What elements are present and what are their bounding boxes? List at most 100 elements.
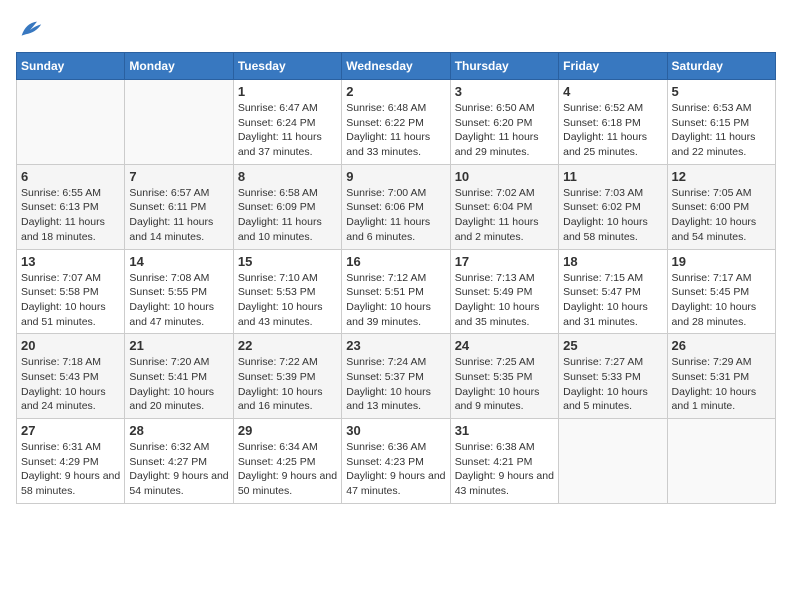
day-detail: Sunrise: 7:20 AMSunset: 5:41 PMDaylight:… <box>129 355 228 414</box>
day-number: 9 <box>346 169 445 184</box>
calendar-cell: 4 Sunrise: 6:52 AMSunset: 6:18 PMDayligh… <box>559 80 667 165</box>
calendar-cell: 25 Sunrise: 7:27 AMSunset: 5:33 PMDaylig… <box>559 334 667 419</box>
calendar-cell: 26 Sunrise: 7:29 AMSunset: 5:31 PMDaylig… <box>667 334 775 419</box>
calendar-week-row: 6 Sunrise: 6:55 AMSunset: 6:13 PMDayligh… <box>17 164 776 249</box>
day-number: 26 <box>672 338 771 353</box>
page-header <box>16 16 776 44</box>
day-number: 3 <box>455 84 554 99</box>
calendar-cell: 24 Sunrise: 7:25 AMSunset: 5:35 PMDaylig… <box>450 334 558 419</box>
calendar-cell: 27 Sunrise: 6:31 AMSunset: 4:29 PMDaylig… <box>17 419 125 504</box>
calendar-cell: 22 Sunrise: 7:22 AMSunset: 5:39 PMDaylig… <box>233 334 341 419</box>
calendar-cell: 12 Sunrise: 7:05 AMSunset: 6:00 PMDaylig… <box>667 164 775 249</box>
calendar-cell: 10 Sunrise: 7:02 AMSunset: 6:04 PMDaylig… <box>450 164 558 249</box>
logo-bird-icon <box>16 16 44 44</box>
calendar-cell: 20 Sunrise: 7:18 AMSunset: 5:43 PMDaylig… <box>17 334 125 419</box>
calendar-cell: 9 Sunrise: 7:00 AMSunset: 6:06 PMDayligh… <box>342 164 450 249</box>
day-number: 4 <box>563 84 662 99</box>
day-detail: Sunrise: 7:10 AMSunset: 5:53 PMDaylight:… <box>238 271 337 330</box>
day-number: 29 <box>238 423 337 438</box>
calendar-cell: 13 Sunrise: 7:07 AMSunset: 5:58 PMDaylig… <box>17 249 125 334</box>
day-number: 23 <box>346 338 445 353</box>
calendar-cell: 2 Sunrise: 6:48 AMSunset: 6:22 PMDayligh… <box>342 80 450 165</box>
day-number: 13 <box>21 254 120 269</box>
day-number: 28 <box>129 423 228 438</box>
calendar-week-row: 1 Sunrise: 6:47 AMSunset: 6:24 PMDayligh… <box>17 80 776 165</box>
calendar-cell: 23 Sunrise: 7:24 AMSunset: 5:37 PMDaylig… <box>342 334 450 419</box>
day-detail: Sunrise: 7:24 AMSunset: 5:37 PMDaylight:… <box>346 355 445 414</box>
day-number: 7 <box>129 169 228 184</box>
calendar-cell: 31 Sunrise: 6:38 AMSunset: 4:21 PMDaylig… <box>450 419 558 504</box>
calendar-cell: 5 Sunrise: 6:53 AMSunset: 6:15 PMDayligh… <box>667 80 775 165</box>
calendar-cell: 19 Sunrise: 7:17 AMSunset: 5:45 PMDaylig… <box>667 249 775 334</box>
day-detail: Sunrise: 6:52 AMSunset: 6:18 PMDaylight:… <box>563 101 662 160</box>
day-detail: Sunrise: 6:47 AMSunset: 6:24 PMDaylight:… <box>238 101 337 160</box>
day-number: 5 <box>672 84 771 99</box>
day-detail: Sunrise: 6:48 AMSunset: 6:22 PMDaylight:… <box>346 101 445 160</box>
day-number: 10 <box>455 169 554 184</box>
weekday-header-saturday: Saturday <box>667 53 775 80</box>
day-number: 21 <box>129 338 228 353</box>
calendar-cell <box>667 419 775 504</box>
day-number: 6 <box>21 169 120 184</box>
weekday-header-row: SundayMondayTuesdayWednesdayThursdayFrid… <box>17 53 776 80</box>
day-detail: Sunrise: 7:18 AMSunset: 5:43 PMDaylight:… <box>21 355 120 414</box>
calendar-cell: 6 Sunrise: 6:55 AMSunset: 6:13 PMDayligh… <box>17 164 125 249</box>
day-detail: Sunrise: 7:12 AMSunset: 5:51 PMDaylight:… <box>346 271 445 330</box>
day-number: 27 <box>21 423 120 438</box>
day-detail: Sunrise: 7:02 AMSunset: 6:04 PMDaylight:… <box>455 186 554 245</box>
day-detail: Sunrise: 6:57 AMSunset: 6:11 PMDaylight:… <box>129 186 228 245</box>
day-number: 12 <box>672 169 771 184</box>
calendar-week-row: 20 Sunrise: 7:18 AMSunset: 5:43 PMDaylig… <box>17 334 776 419</box>
weekday-header-tuesday: Tuesday <box>233 53 341 80</box>
day-detail: Sunrise: 7:03 AMSunset: 6:02 PMDaylight:… <box>563 186 662 245</box>
calendar-cell: 18 Sunrise: 7:15 AMSunset: 5:47 PMDaylig… <box>559 249 667 334</box>
calendar-cell: 30 Sunrise: 6:36 AMSunset: 4:23 PMDaylig… <box>342 419 450 504</box>
day-detail: Sunrise: 6:50 AMSunset: 6:20 PMDaylight:… <box>455 101 554 160</box>
day-number: 25 <box>563 338 662 353</box>
day-number: 16 <box>346 254 445 269</box>
day-number: 18 <box>563 254 662 269</box>
day-detail: Sunrise: 7:00 AMSunset: 6:06 PMDaylight:… <box>346 186 445 245</box>
calendar-cell: 15 Sunrise: 7:10 AMSunset: 5:53 PMDaylig… <box>233 249 341 334</box>
calendar-week-row: 13 Sunrise: 7:07 AMSunset: 5:58 PMDaylig… <box>17 249 776 334</box>
day-number: 20 <box>21 338 120 353</box>
day-detail: Sunrise: 6:31 AMSunset: 4:29 PMDaylight:… <box>21 440 120 499</box>
weekday-header-friday: Friday <box>559 53 667 80</box>
calendar-cell: 17 Sunrise: 7:13 AMSunset: 5:49 PMDaylig… <box>450 249 558 334</box>
calendar-cell <box>559 419 667 504</box>
calendar-table: SundayMondayTuesdayWednesdayThursdayFrid… <box>16 52 776 504</box>
day-number: 11 <box>563 169 662 184</box>
day-number: 1 <box>238 84 337 99</box>
day-detail: Sunrise: 6:32 AMSunset: 4:27 PMDaylight:… <box>129 440 228 499</box>
calendar-cell: 7 Sunrise: 6:57 AMSunset: 6:11 PMDayligh… <box>125 164 233 249</box>
day-number: 31 <box>455 423 554 438</box>
calendar-week-row: 27 Sunrise: 6:31 AMSunset: 4:29 PMDaylig… <box>17 419 776 504</box>
day-detail: Sunrise: 7:25 AMSunset: 5:35 PMDaylight:… <box>455 355 554 414</box>
day-number: 8 <box>238 169 337 184</box>
day-number: 2 <box>346 84 445 99</box>
day-detail: Sunrise: 7:05 AMSunset: 6:00 PMDaylight:… <box>672 186 771 245</box>
day-number: 19 <box>672 254 771 269</box>
day-detail: Sunrise: 7:27 AMSunset: 5:33 PMDaylight:… <box>563 355 662 414</box>
day-detail: Sunrise: 6:53 AMSunset: 6:15 PMDaylight:… <box>672 101 771 160</box>
day-number: 14 <box>129 254 228 269</box>
calendar-cell: 28 Sunrise: 6:32 AMSunset: 4:27 PMDaylig… <box>125 419 233 504</box>
day-detail: Sunrise: 7:13 AMSunset: 5:49 PMDaylight:… <box>455 271 554 330</box>
calendar-cell <box>17 80 125 165</box>
day-detail: Sunrise: 7:17 AMSunset: 5:45 PMDaylight:… <box>672 271 771 330</box>
calendar-cell: 14 Sunrise: 7:08 AMSunset: 5:55 PMDaylig… <box>125 249 233 334</box>
weekday-header-monday: Monday <box>125 53 233 80</box>
day-number: 22 <box>238 338 337 353</box>
day-number: 15 <box>238 254 337 269</box>
calendar-cell: 29 Sunrise: 6:34 AMSunset: 4:25 PMDaylig… <box>233 419 341 504</box>
calendar-cell: 21 Sunrise: 7:20 AMSunset: 5:41 PMDaylig… <box>125 334 233 419</box>
calendar-cell: 3 Sunrise: 6:50 AMSunset: 6:20 PMDayligh… <box>450 80 558 165</box>
day-detail: Sunrise: 6:55 AMSunset: 6:13 PMDaylight:… <box>21 186 120 245</box>
day-detail: Sunrise: 7:15 AMSunset: 5:47 PMDaylight:… <box>563 271 662 330</box>
day-detail: Sunrise: 7:29 AMSunset: 5:31 PMDaylight:… <box>672 355 771 414</box>
day-detail: Sunrise: 7:22 AMSunset: 5:39 PMDaylight:… <box>238 355 337 414</box>
day-number: 24 <box>455 338 554 353</box>
calendar-cell: 1 Sunrise: 6:47 AMSunset: 6:24 PMDayligh… <box>233 80 341 165</box>
weekday-header-thursday: Thursday <box>450 53 558 80</box>
day-detail: Sunrise: 6:38 AMSunset: 4:21 PMDaylight:… <box>455 440 554 499</box>
